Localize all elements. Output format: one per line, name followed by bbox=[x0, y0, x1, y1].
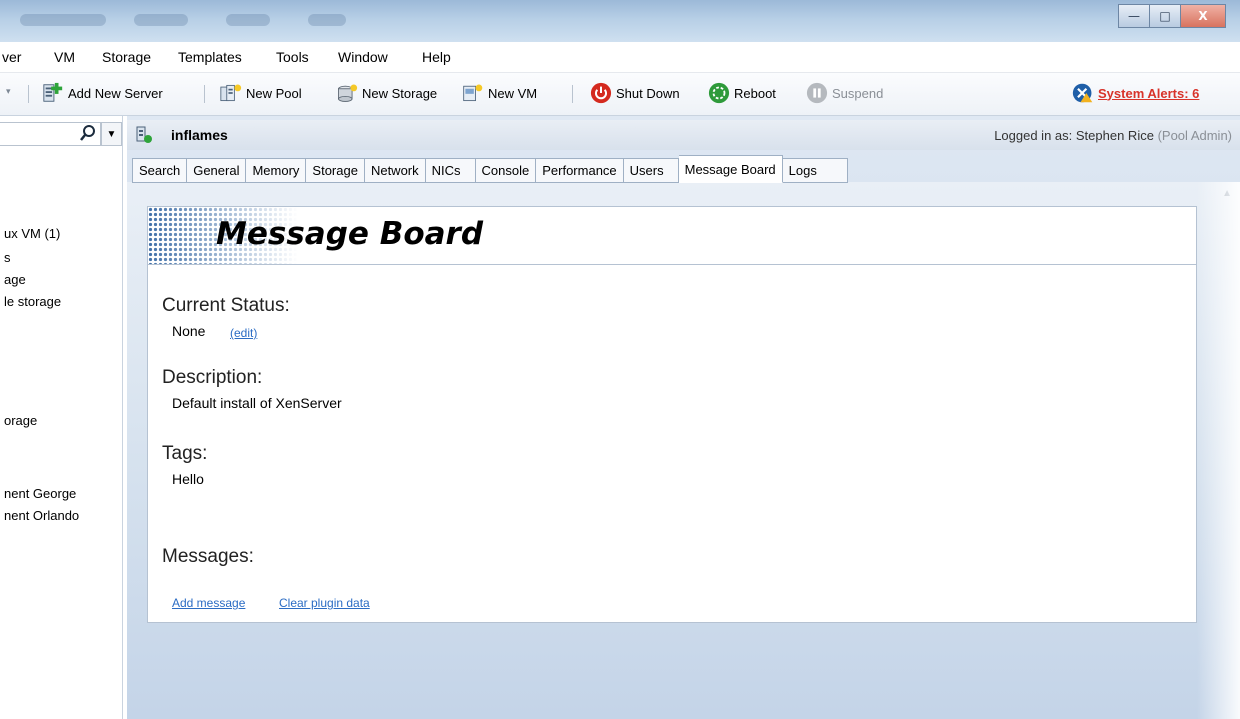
logged-in-role: (Pool Admin) bbox=[1157, 128, 1232, 143]
message-board-title: Message Board bbox=[216, 216, 484, 252]
new-pool-button[interactable]: New Pool bbox=[220, 80, 302, 106]
add-message-link[interactable]: Add message bbox=[172, 596, 245, 610]
reboot-label: Reboot bbox=[734, 85, 776, 101]
tab-message-board[interactable]: Message Board bbox=[678, 155, 783, 183]
current-status-value: None bbox=[172, 323, 206, 339]
message-board-header: Message Board bbox=[148, 207, 1196, 265]
tree-item[interactable]: age bbox=[4, 272, 26, 287]
maximize-button[interactable]: □ bbox=[1150, 4, 1181, 28]
close-button[interactable]: X bbox=[1181, 4, 1226, 28]
object-header: inflames Logged in as: Stephen Rice (Poo… bbox=[127, 120, 1240, 150]
title-blur bbox=[226, 14, 270, 26]
tab-console[interactable]: Console bbox=[475, 158, 537, 183]
add-server-icon bbox=[42, 82, 64, 104]
logged-in-label: Logged in as: bbox=[994, 128, 1073, 143]
menu-server[interactable]: ver bbox=[2, 49, 21, 65]
page-title: inflames bbox=[171, 127, 228, 143]
chevron-down-icon: ▼ bbox=[106, 128, 117, 140]
tree-item[interactable]: orage bbox=[4, 413, 37, 428]
tab-memory[interactable]: Memory bbox=[246, 158, 307, 183]
back-dropdown-icon[interactable]: ▾ bbox=[6, 86, 11, 97]
search-dropdown-button[interactable]: ▼ bbox=[101, 122, 122, 146]
new-storage-icon bbox=[336, 82, 358, 104]
reboot-icon bbox=[708, 82, 730, 104]
tree-item[interactable]: s bbox=[4, 250, 11, 265]
tags-value: Hello bbox=[172, 471, 204, 487]
message-board-panel: Message Board Current Status: None (edit… bbox=[147, 206, 1197, 623]
reboot-button[interactable]: Reboot bbox=[708, 80, 776, 106]
system-alerts-label[interactable]: System Alerts: 6 bbox=[1098, 86, 1199, 101]
new-storage-label: New Storage bbox=[362, 85, 438, 101]
alert-icon bbox=[1072, 82, 1094, 104]
description-value: Default install of XenServer bbox=[172, 395, 342, 411]
menu-storage[interactable]: Storage bbox=[102, 49, 151, 65]
add-new-server-button[interactable]: Add New Server bbox=[42, 80, 163, 106]
main-content-area: inflames Logged in as: Stephen Rice (Poo… bbox=[127, 116, 1240, 719]
shut-down-label: Shut Down bbox=[616, 85, 680, 101]
new-pool-label: New Pool bbox=[246, 85, 302, 101]
window-controls: — □ X bbox=[1118, 4, 1226, 28]
tab-strip: Search General Memory Storage Network NI… bbox=[132, 155, 848, 183]
tab-logs[interactable]: Logs bbox=[782, 158, 848, 183]
pause-icon bbox=[806, 82, 828, 104]
tab-general[interactable]: General bbox=[187, 158, 247, 183]
new-storage-button[interactable]: New Storage bbox=[336, 80, 437, 106]
description-heading: Description: bbox=[162, 367, 263, 388]
tab-nics[interactable]: NICs bbox=[425, 158, 476, 183]
new-pool-icon bbox=[220, 82, 242, 104]
tab-performance[interactable]: Performance bbox=[536, 158, 624, 183]
menu-vm[interactable]: VM bbox=[54, 49, 75, 65]
new-vm-label: New VM bbox=[488, 85, 538, 101]
toolbar-separator bbox=[28, 85, 29, 103]
window-edge-fade bbox=[1197, 182, 1240, 719]
tree-item[interactable]: nent Orlando bbox=[4, 508, 79, 523]
tree-search-input[interactable] bbox=[0, 122, 101, 146]
tab-search[interactable]: Search bbox=[132, 158, 188, 183]
tree-item[interactable]: nent George bbox=[4, 486, 76, 501]
tab-storage[interactable]: Storage bbox=[306, 158, 365, 183]
clear-plugin-data-link[interactable]: Clear plugin data bbox=[279, 596, 370, 610]
menu-help[interactable]: Help bbox=[422, 49, 451, 65]
minimize-button[interactable]: — bbox=[1118, 4, 1150, 28]
tree-item[interactable]: ux VM (1) bbox=[4, 226, 60, 241]
power-icon bbox=[590, 82, 612, 104]
suspend-label: Suspend bbox=[832, 85, 884, 101]
tree-item[interactable]: le storage bbox=[4, 294, 61, 309]
window-title-bar: — □ X bbox=[0, 0, 1240, 42]
search-icon[interactable] bbox=[80, 124, 96, 145]
resource-tree-panel: ▼ ux VM (1) s age le storage orage nent … bbox=[0, 116, 123, 719]
logged-in-status: Logged in as: Stephen Rice (Pool Admin) bbox=[994, 128, 1232, 143]
menu-bar: ver VM Storage Templates Tools Window He… bbox=[0, 42, 1240, 73]
toolbar-separator bbox=[204, 85, 205, 103]
system-alerts-button[interactable]: System Alerts: 6 bbox=[1072, 80, 1199, 106]
title-blur bbox=[134, 14, 188, 26]
messages-heading: Messages: bbox=[162, 546, 254, 567]
title-blur bbox=[308, 14, 346, 26]
logged-in-user: Stephen Rice bbox=[1075, 128, 1154, 143]
toolbar: ▾ Add New Server New Pool New Storage Ne… bbox=[0, 73, 1240, 116]
add-new-server-label: Add New Server bbox=[68, 85, 163, 101]
menu-templates[interactable]: Templates bbox=[178, 49, 242, 65]
new-vm-icon bbox=[462, 82, 484, 104]
edit-status-link[interactable]: (edit) bbox=[230, 326, 257, 340]
toolbar-separator bbox=[572, 85, 573, 103]
tab-network[interactable]: Network bbox=[364, 158, 426, 183]
menu-tools[interactable]: Tools bbox=[276, 49, 309, 65]
shut-down-button[interactable]: Shut Down bbox=[590, 80, 680, 106]
tags-heading: Tags: bbox=[162, 443, 208, 464]
suspend-button[interactable]: Suspend bbox=[806, 80, 883, 106]
current-status-heading: Current Status: bbox=[162, 295, 290, 316]
new-vm-button[interactable]: New VM bbox=[462, 80, 537, 106]
server-status-icon bbox=[136, 126, 152, 143]
menu-window[interactable]: Window bbox=[338, 49, 388, 65]
title-blur bbox=[20, 14, 106, 26]
tab-users[interactable]: Users bbox=[623, 158, 679, 183]
